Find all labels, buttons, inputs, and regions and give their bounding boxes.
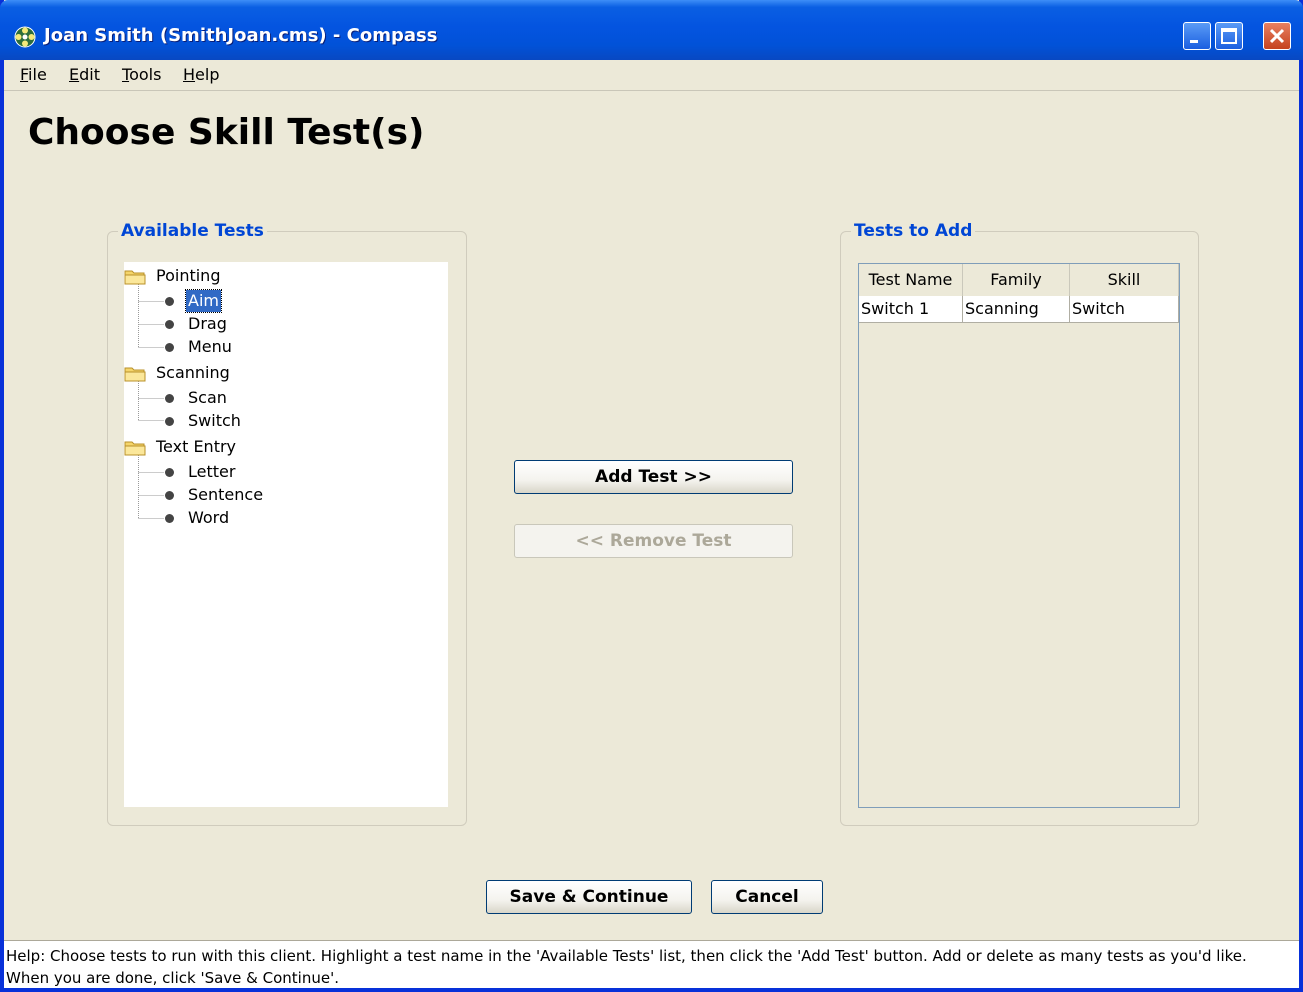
close-button[interactable] (1263, 22, 1291, 50)
column-header-test-name[interactable]: Test Name (859, 264, 963, 296)
bullet-icon (165, 297, 174, 306)
folder-icon (124, 367, 146, 382)
page-title: Choose Skill Test(s) (28, 112, 425, 153)
menu-edit[interactable]: Edit (69, 65, 100, 84)
tree-item-label: Word (188, 508, 230, 527)
menu-edit-rest: dit (79, 65, 100, 84)
tests-to-add-table[interactable]: Test Name Family Skill Switch 1 Scanning… (858, 263, 1180, 808)
menu-file-rest: ile (28, 65, 47, 84)
cell-family: Scanning (963, 296, 1070, 322)
available-tests-tree[interactable]: Pointing Aim Drag Menu Scanning Scan Swi… (124, 262, 448, 807)
table-header: Test Name Family Skill (859, 264, 1179, 297)
maximize-icon (1221, 28, 1237, 44)
tree-item-label: Aim (185, 289, 222, 313)
title-bar[interactable]: Joan Smith (SmithJoan.cms) - Compass (0, 0, 1303, 60)
minimize-button[interactable] (1183, 22, 1211, 50)
table-empty-area (859, 323, 1179, 807)
tree-group-label: Scanning (156, 363, 230, 382)
menu-edit-mnemonic: E (69, 65, 80, 84)
bullet-icon (165, 394, 174, 403)
tree-item-label: Drag (188, 314, 227, 333)
cell-test-name: Switch 1 (859, 296, 963, 322)
menu-help[interactable]: Help (183, 65, 219, 84)
tree-group-label: Text Entry (156, 437, 237, 456)
bullet-icon (165, 468, 174, 477)
tree-item-label: Scan (188, 388, 227, 407)
save-continue-button[interactable]: Save & Continue (486, 880, 692, 914)
folder-icon (124, 441, 146, 456)
menu-tools-rest: ools (129, 65, 162, 84)
bullet-icon (165, 514, 174, 523)
tests-to-add-legend: Tests to Add (851, 221, 976, 241)
column-header-skill[interactable]: Skill (1070, 264, 1179, 296)
tree-group-label: Pointing (156, 266, 221, 285)
maximize-button[interactable] (1215, 22, 1243, 50)
tree-item-label: Sentence (188, 485, 264, 504)
tree-connector-lines (138, 284, 164, 519)
bullet-icon (165, 343, 174, 352)
table-row[interactable]: Switch 1 Scanning Switch (859, 296, 1179, 323)
close-icon (1269, 28, 1285, 44)
available-tests-legend: Available Tests (118, 221, 267, 241)
menu-file[interactable]: File (20, 65, 47, 84)
menu-file-mnemonic: F (20, 65, 29, 84)
add-test-button[interactable]: Add Test >> (514, 460, 793, 494)
menu-bar: File Edit Tools Help (4, 60, 1299, 91)
tests-to-add-group: Tests to Add Test Name Family Skill Swit… (840, 221, 1199, 826)
menu-help-mnemonic: H (183, 65, 196, 84)
available-tests-group: Available Tests Pointing Aim Drag Menu S… (107, 221, 467, 826)
bullet-icon (165, 417, 174, 426)
folder-icon (124, 270, 146, 285)
remove-test-button[interactable]: << Remove Test (514, 524, 793, 558)
bullet-icon (165, 320, 174, 329)
help-text: Help: Choose tests to run with this clie… (4, 940, 1299, 988)
window-title: Joan Smith (SmithJoan.cms) - Compass (44, 25, 438, 46)
cell-skill: Switch (1070, 296, 1179, 322)
bullet-icon (165, 491, 174, 500)
menu-help-rest: elp (195, 65, 220, 84)
menu-tools-mnemonic: T (122, 65, 130, 84)
column-header-family[interactable]: Family (963, 264, 1070, 296)
cancel-button[interactable]: Cancel (711, 880, 823, 914)
minimize-icon (1190, 40, 1198, 43)
app-window: Joan Smith (SmithJoan.cms) - Compass Fil… (0, 0, 1303, 992)
menu-tools[interactable]: Tools (122, 65, 161, 84)
compass-app-icon (14, 26, 36, 48)
tree-item-label: Menu (188, 337, 232, 356)
tree-item-label: Letter (188, 462, 236, 481)
tree-item-label: Switch (188, 411, 241, 430)
